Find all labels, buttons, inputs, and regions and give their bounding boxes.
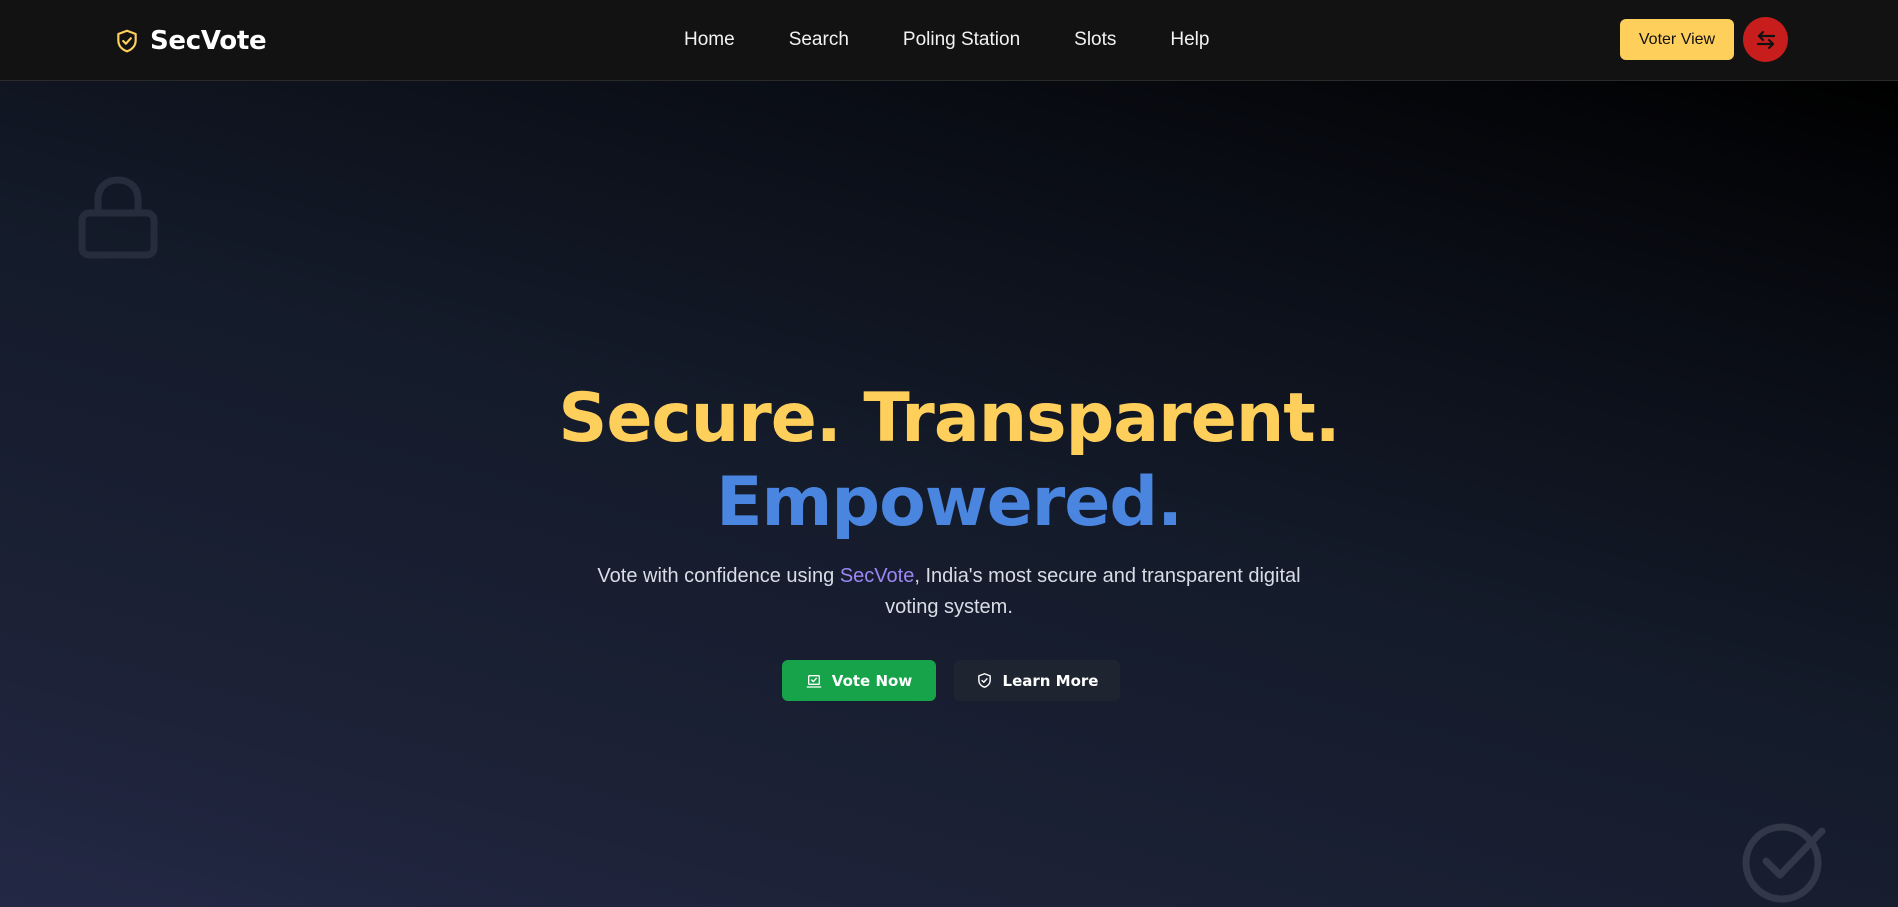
hero-actions: Vote Now Learn More xyxy=(782,660,1120,701)
swap-arrows-icon xyxy=(1756,30,1775,49)
nav-link-home[interactable]: Home xyxy=(684,29,735,51)
shield-check-icon xyxy=(117,29,137,53)
nav-link-help[interactable]: Help xyxy=(1170,29,1209,51)
ballot-icon xyxy=(806,674,822,688)
nav-link-poling-station[interactable]: Poling Station xyxy=(903,29,1020,51)
headline-line-2: Empowered. xyxy=(716,463,1183,542)
brand-name: SecVote xyxy=(150,26,267,56)
check-circle-icon xyxy=(1742,823,1826,903)
vote-now-button[interactable]: Vote Now xyxy=(782,660,936,701)
subtitle-brand-name: SecVote xyxy=(839,565,915,587)
learn-more-button[interactable]: Learn More xyxy=(954,660,1120,701)
main-nav: Home Search Poling Station Slots Help xyxy=(684,26,1209,54)
shield-icon xyxy=(977,673,991,688)
brand-logo[interactable]: SecVote xyxy=(114,24,267,58)
vote-now-label: Vote Now xyxy=(831,671,913,690)
nav-link-search[interactable]: Search xyxy=(789,29,849,51)
hero-subtitle: Vote with confidence using SecVote, Indi… xyxy=(589,561,1309,623)
top-navbar: SecVote Home Search Poling Station Slots… xyxy=(0,0,1898,81)
subtitle-text-after: , India's most secure and transparent di… xyxy=(885,565,1301,618)
subtitle-text-before: Vote with confidence using xyxy=(597,565,840,587)
switch-view-button[interactable] xyxy=(1743,17,1788,62)
lock-icon xyxy=(78,176,158,259)
headline-line-1: Secure. Transparent. xyxy=(558,379,1340,458)
voter-view-button[interactable]: Voter View xyxy=(1620,19,1734,60)
learn-more-label: Learn More xyxy=(1002,671,1099,690)
nav-link-slots[interactable]: Slots xyxy=(1074,29,1116,51)
hero-headline: Secure. Transparent. Empowered. xyxy=(0,377,1898,545)
hero-section: Secure. Transparent. Empowered. Vote wit… xyxy=(0,81,1898,907)
